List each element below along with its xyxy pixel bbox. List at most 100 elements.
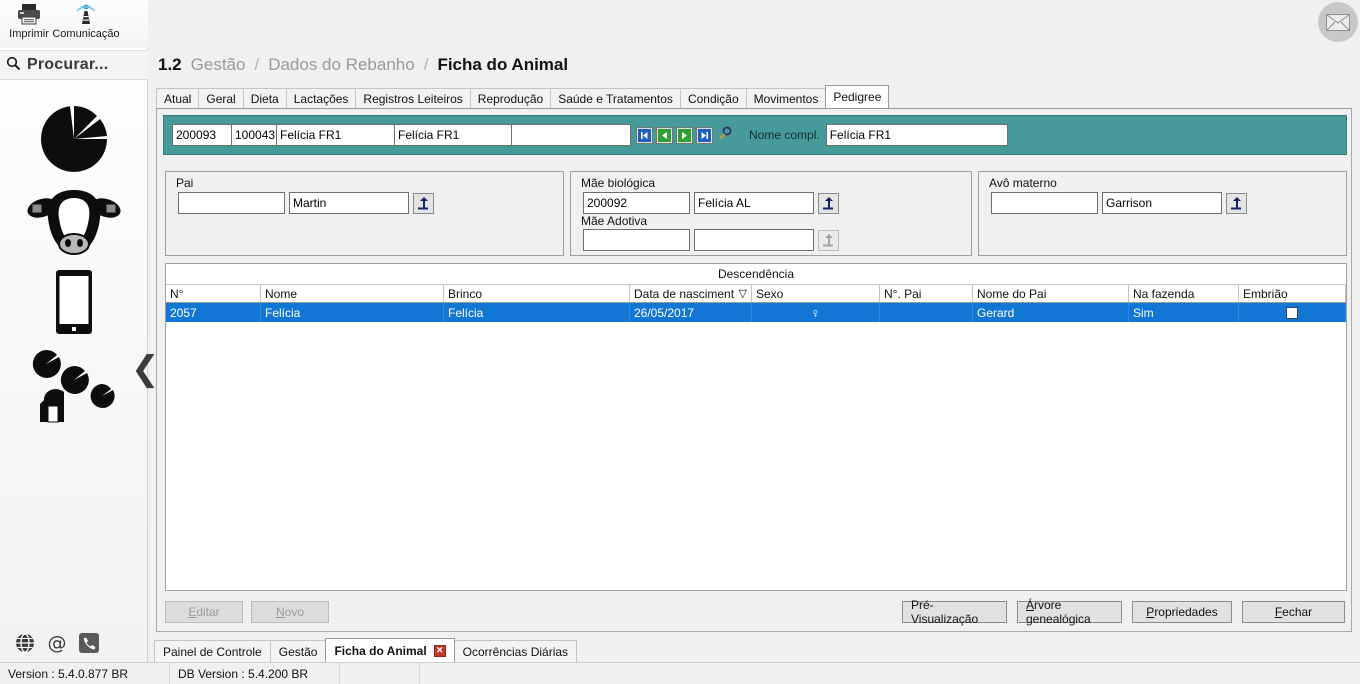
column-header-embri-o[interactable]: Embrião xyxy=(1239,285,1346,302)
pai-name-input[interactable]: Martin xyxy=(289,192,409,214)
nav-next-button[interactable] xyxy=(676,127,693,144)
preview-button[interactable]: Pré-Visualização xyxy=(902,601,1007,623)
envelope-icon[interactable] xyxy=(1318,2,1358,42)
close-button[interactable]: Fechar xyxy=(1242,601,1345,623)
breadcrumb-level2[interactable]: Dados do Rebanho xyxy=(268,55,415,75)
avo-code-input[interactable] xyxy=(991,192,1098,214)
page-title: Ficha do Animal xyxy=(437,55,568,75)
pai-jump-to-record-icon[interactable] xyxy=(413,193,434,214)
status-db-version: DB Version : 5.4.200 BR xyxy=(170,663,340,684)
mae-biologica-code-input[interactable]: 200092 xyxy=(583,192,690,214)
animal-name-input[interactable]: Felícia FR1 xyxy=(276,124,395,146)
column-header-nome[interactable]: Nome xyxy=(261,285,444,302)
column-header-data-de-nasciment[interactable]: Data de nasciment ▽ xyxy=(630,285,752,302)
record-navigation xyxy=(636,126,733,144)
family-tree-button[interactable]: Árvore genealógica xyxy=(1017,601,1122,623)
farm-reports-icon xyxy=(26,348,122,426)
close-label: echar xyxy=(1282,605,1312,619)
animal-name-secondary-input[interactable]: Felícia FR1 xyxy=(394,124,512,146)
animal-extra-input[interactable] xyxy=(511,124,631,146)
column-header-label: N°. Pai xyxy=(884,287,921,301)
taskbar-tab-label: Gestão xyxy=(279,645,318,659)
mae-adotiva-code-input[interactable] xyxy=(583,229,690,251)
tab-sa-de-e-tratamentos[interactable]: Saúde e Tratamentos xyxy=(550,88,681,108)
nav-prev-button[interactable] xyxy=(656,127,673,144)
avo-jump-to-record-icon[interactable] xyxy=(1226,193,1247,214)
status-extra xyxy=(340,663,420,684)
column-header-sexo[interactable]: Sexo xyxy=(752,285,880,302)
sidebar-item-reports[interactable] xyxy=(0,104,148,177)
taskbar-tab-label: Ficha do Animal xyxy=(334,644,426,658)
column-header-label: Data de nasciment xyxy=(634,287,734,301)
tab-pedigree[interactable]: Pedigree xyxy=(825,85,889,108)
cell-sexo: ♀ xyxy=(752,303,880,322)
embriao-checkbox[interactable] xyxy=(1286,307,1298,319)
mae-adotiva-jump-to-record-icon[interactable] xyxy=(818,230,839,251)
column-header-na-fazenda[interactable]: Na fazenda xyxy=(1129,285,1239,302)
properties-button[interactable]: Propriedades xyxy=(1132,601,1232,623)
avo-name-input[interactable]: Garrison xyxy=(1102,192,1222,214)
sidebar-item-mobile[interactable] xyxy=(0,268,148,339)
group-pai: Pai Martin xyxy=(165,171,564,256)
nome-completo-input[interactable]: Felícia FR1 xyxy=(826,124,1008,146)
animal-id-secondary-input[interactable]: 100043 xyxy=(231,124,277,146)
column-header-n-[interactable]: N° xyxy=(166,285,261,302)
column-header-brinco[interactable]: Brinco xyxy=(444,285,630,302)
tab-registros-leiteiros[interactable]: Registros Leiteiros xyxy=(355,88,470,108)
pai-row: Martin xyxy=(178,192,434,214)
communication-button[interactable]: Comunicação xyxy=(46,2,126,40)
tab-geral[interactable]: Geral xyxy=(198,88,243,108)
descendencia-header-row: N° Nome Brinco Data de nasciment ▽Sexo N°. Pa… xyxy=(166,284,1346,303)
breadcrumb-level1[interactable]: Gestão xyxy=(191,55,246,75)
phone-icon[interactable] xyxy=(78,632,100,657)
mae-biologica-name-input[interactable]: Felícia AL xyxy=(694,192,814,214)
nav-first-button[interactable] xyxy=(636,127,653,144)
avo-row: Garrison xyxy=(991,192,1247,214)
edit-button[interactable]: Editar xyxy=(165,601,243,623)
sidebar-item-farm-reports[interactable] xyxy=(0,348,148,429)
nav-last-button[interactable] xyxy=(696,127,713,144)
group-mae: Mãe biológica 200092 Felícia AL Mãe Adot… xyxy=(570,171,972,256)
table-row[interactable]: 2057FelíciaFelícia26/05/2017♀GerardSim xyxy=(166,303,1346,322)
taskbar-tab-ocorr-ncias-di-rias[interactable]: Ocorrências Diárias xyxy=(454,640,577,662)
mae-adotiva-name-input[interactable] xyxy=(694,229,814,251)
search-icon xyxy=(6,56,21,74)
cell-numero-pai xyxy=(880,303,973,322)
column-header-label: Nome xyxy=(265,287,297,301)
sort-indicator-icon: ▽ xyxy=(739,287,751,300)
family-tree-label: rvore genealógica xyxy=(1026,598,1091,626)
tab-reprodu-o[interactable]: Reprodução xyxy=(470,88,551,108)
taskbar-tab-close-icon[interactable]: ✕ xyxy=(434,645,446,657)
breadcrumb-separator-2: / xyxy=(424,55,429,75)
top-toolbar: Imprimir Comunicação xyxy=(0,0,148,48)
tab-movimentos[interactable]: Movimentos xyxy=(746,88,827,108)
tab-atual[interactable]: Atual xyxy=(156,88,199,108)
taskbar-tab-painel-de-controle[interactable]: Painel de Controle xyxy=(154,640,271,662)
sidebar-item-herd[interactable] xyxy=(0,186,148,261)
breadcrumb-number: 1.2 xyxy=(158,55,182,75)
taskbar-tab-gest-o[interactable]: Gestão xyxy=(270,640,327,662)
edit-button-label: ditar xyxy=(196,605,219,619)
at-sign-icon[interactable]: @ xyxy=(46,632,68,657)
new-button[interactable]: Novo xyxy=(251,601,329,623)
pai-code-input[interactable] xyxy=(178,192,285,214)
column-header-nome-do-pai[interactable]: Nome do Pai xyxy=(973,285,1129,302)
nome-completo-label: Nome compl. xyxy=(749,128,820,142)
column-header-n-pai[interactable]: N°. Pai xyxy=(880,285,973,302)
tab-condi-o[interactable]: Condição xyxy=(680,88,747,108)
taskbar-tab-ficha-do-animal[interactable]: Ficha do Animal ✕ xyxy=(325,638,454,662)
print-button-label: Imprimir xyxy=(9,28,49,40)
status-version: Version : 5.4.0.877 BR xyxy=(0,663,170,684)
search-input[interactable]: Procurar... xyxy=(0,50,148,80)
new-button-label: ovo xyxy=(285,605,304,619)
mae-biologica-jump-to-record-icon[interactable] xyxy=(818,193,839,214)
animal-id-primary-input[interactable]: 200093 xyxy=(172,124,232,146)
descendencia-body[interactable]: 2057FelíciaFelícia26/05/2017♀GerardSim xyxy=(166,303,1346,589)
new-button-accel: N xyxy=(276,605,285,619)
breadcrumb: 1.2 Gestão / Dados do Rebanho / Ficha do… xyxy=(148,48,1360,82)
tab-dieta[interactable]: Dieta xyxy=(243,88,287,108)
search-lookup-button[interactable] xyxy=(718,126,733,144)
tab-lacta-es[interactable]: Lactações xyxy=(286,88,357,108)
globe-icon[interactable] xyxy=(14,632,36,657)
search-placeholder-label: Procurar... xyxy=(27,56,108,74)
